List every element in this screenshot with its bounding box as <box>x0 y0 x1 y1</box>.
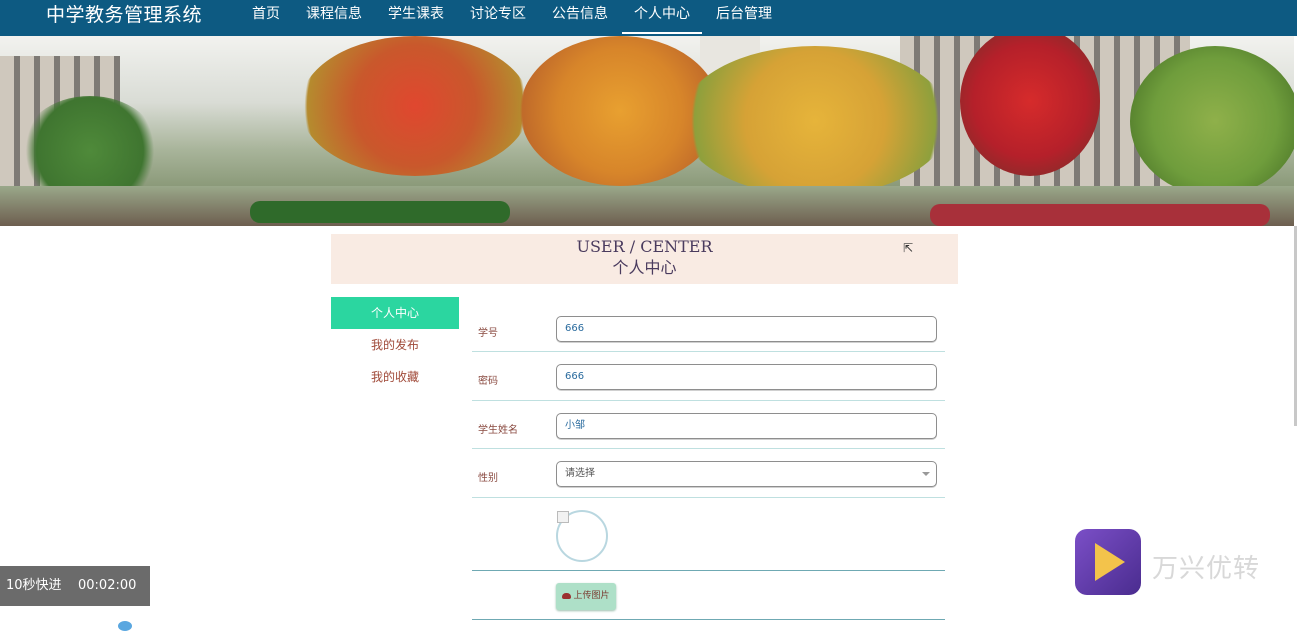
fast-forward-label[interactable]: 10秒快进 <box>6 566 62 606</box>
willow-tree <box>1130 46 1294 196</box>
gender-select[interactable]: 请选择 <box>556 461 937 487</box>
student-name-label: 学生姓名 <box>478 425 518 436</box>
watermark-text: 万兴优转 <box>1152 554 1261 584</box>
form-row-student-id: 学号 666 <box>472 304 945 352</box>
form-row-student-name: 学生姓名 小邹 <box>472 401 945 449</box>
user-center-title-en: USER / CENTER <box>576 237 713 256</box>
nav-item-courses[interactable]: 课程信息 <box>294 0 374 34</box>
user-center-title-cn: 个人中心 <box>612 258 677 277</box>
menu-item-user-center[interactable]: 个人中心 <box>331 297 459 329</box>
broken-image-icon <box>557 511 569 523</box>
student-id-label: 学号 <box>478 328 498 339</box>
nav-item-home[interactable]: 首页 <box>240 0 292 34</box>
form-row-password: 密码 666 <box>472 352 945 401</box>
site-brand[interactable]: 中学教务管理系统 <box>46 3 202 27</box>
campus-banner-image <box>0 36 1294 226</box>
floating-dot-icon <box>118 621 132 631</box>
gender-select-value: 请选择 <box>565 468 595 479</box>
nav-item-forum[interactable]: 讨论专区 <box>458 0 538 34</box>
left-menu: 个人中心 我的发布 我的收藏 <box>331 297 459 393</box>
menu-item-my-favorites[interactable]: 我的收藏 <box>331 361 459 393</box>
avatar-image <box>556 510 608 562</box>
form-row-avatar <box>472 498 945 571</box>
watermark-logo <box>1075 529 1141 595</box>
nav-item-admin[interactable]: 后台管理 <box>704 0 784 34</box>
menu-item-my-posts[interactable]: 我的发布 <box>331 329 459 361</box>
red-tree <box>300 36 530 176</box>
cloud-upload-icon <box>562 592 572 599</box>
mouse-cursor-icon: ⇱ <box>903 241 914 255</box>
profile-form: 学号 666 密码 666 学生姓名 小邹 性别 请选择 上传图片 <box>472 304 945 620</box>
nav-menu: 首页 课程信息 学生课表 讨论专区 公告信息 个人中心 后台管理 <box>240 0 786 36</box>
fast-forward-bar[interactable]: 10秒快进 00:02:00 <box>0 566 150 606</box>
form-row-gender: 性别 请选择 <box>472 449 945 498</box>
top-navbar: 中学教务管理系统 首页 课程信息 学生课表 讨论专区 公告信息 个人中心 后台管… <box>0 0 1297 36</box>
hedge <box>250 201 510 223</box>
nav-item-schedule[interactable]: 学生课表 <box>376 0 456 34</box>
playback-time: 00:02:00 <box>78 578 137 593</box>
nav-item-announcements[interactable]: 公告信息 <box>540 0 620 34</box>
upload-image-button[interactable]: 上传图片 <box>556 583 616 610</box>
student-id-input[interactable]: 666 <box>556 316 937 342</box>
upload-button-label: 上传图片 <box>573 591 610 601</box>
user-center-header: USER / CENTER 个人中心 <box>331 234 958 284</box>
nav-item-user-center[interactable]: 个人中心 <box>622 0 702 34</box>
red-hedge <box>930 204 1270 226</box>
chevron-down-icon <box>922 472 930 476</box>
gender-label: 性别 <box>478 473 498 484</box>
yellow-tree <box>680 46 950 196</box>
password-label: 密码 <box>478 376 498 387</box>
play-icon <box>1095 543 1125 581</box>
form-row-upload: 上传图片 <box>472 571 945 620</box>
student-name-input[interactable]: 小邹 <box>556 413 937 439</box>
password-input[interactable]: 666 <box>556 364 937 390</box>
